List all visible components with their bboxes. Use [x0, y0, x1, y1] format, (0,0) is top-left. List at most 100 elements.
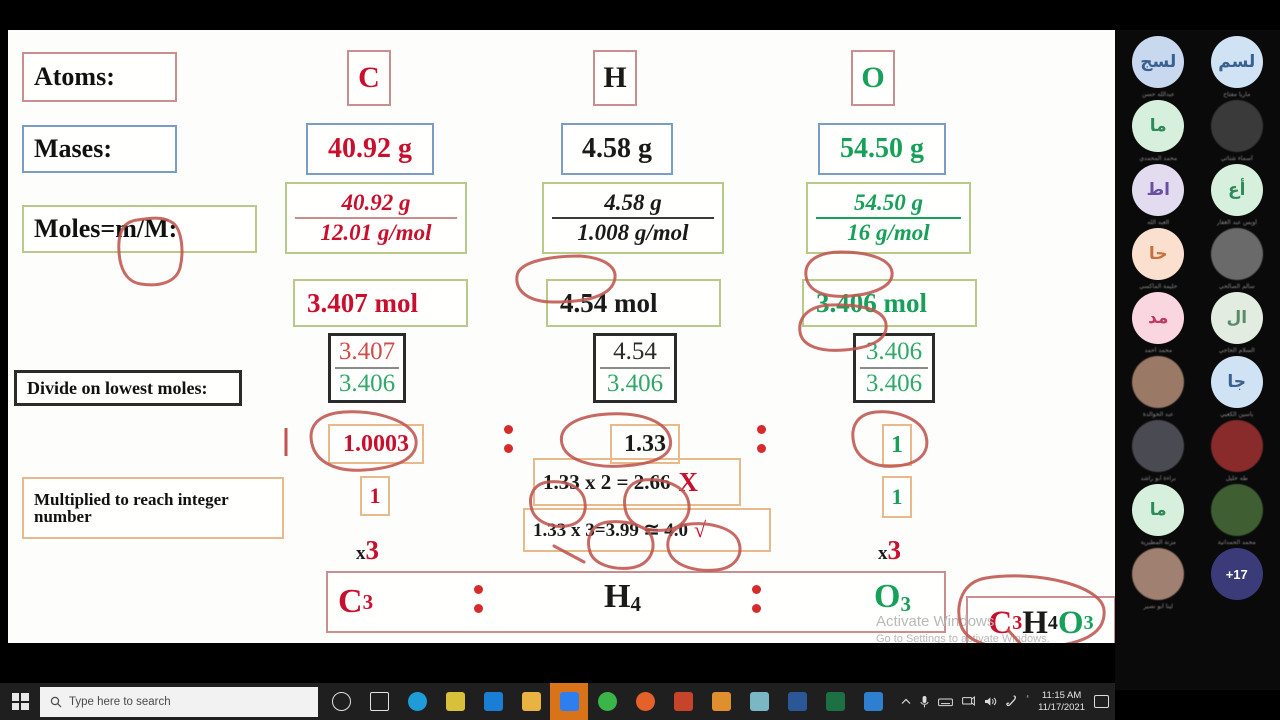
participant-overflow-count[interactable]: +17: [1210, 548, 1263, 600]
participant-avatar[interactable]: لسم: [1210, 36, 1263, 88]
divide-numerator-hydrogen: 4.54: [613, 338, 657, 365]
file-explorer-icon[interactable]: [512, 683, 550, 720]
participant-avatar[interactable]: جا: [1210, 356, 1263, 408]
participant-tile[interactable]: براءة أبو راشد: [1119, 420, 1198, 482]
cortana-icon[interactable]: [322, 683, 360, 720]
participant-tile[interactable]: لسم ماريا مفتاح: [1198, 36, 1277, 98]
participant-avatar[interactable]: [1132, 548, 1185, 600]
divide-numerator-oxygen: 3.406: [865, 338, 923, 365]
participant-tile[interactable]: حا حليمة الماكسي: [1119, 228, 1198, 290]
task-view-icon[interactable]: [360, 683, 398, 720]
final-symbol-oxygen: O: [874, 578, 901, 615]
participant-tile[interactable]: ما محمد المحمدي: [1119, 100, 1198, 162]
photos-icon[interactable]: [854, 683, 892, 720]
final-separator-colon-left: [474, 585, 483, 613]
icon-glyph: [673, 692, 693, 711]
participant-avatar[interactable]: [1210, 420, 1263, 472]
participant-avatar[interactable]: [1210, 228, 1263, 280]
mass-oxygen: 54.50 g: [818, 123, 946, 175]
participant-tile[interactable]: أسماء شتاتي: [1198, 100, 1277, 162]
fraction-bar: [295, 217, 457, 219]
participant-tile[interactable]: أع أويس عبد الغفار: [1198, 164, 1277, 226]
ime-indicator[interactable]: ٴ: [1026, 696, 1029, 707]
microsoft-store-icon[interactable]: [436, 683, 474, 720]
zoom-icon[interactable]: [550, 683, 588, 720]
mole-numerator-oxygen: 54.50 g: [854, 190, 923, 216]
participant-avatar[interactable]: [1210, 100, 1263, 152]
firefox-icon[interactable]: [626, 683, 664, 720]
watermark-title: Activate Windows: [876, 613, 995, 630]
icon-glyph: [863, 692, 883, 711]
powerpoint-icon[interactable]: [664, 683, 702, 720]
start-button[interactable]: [0, 683, 40, 720]
browser-icon[interactable]: [740, 683, 778, 720]
participant-tile[interactable]: اط العبد الله: [1119, 164, 1198, 226]
participant-tile[interactable]: محمد الحمدانية: [1198, 484, 1277, 546]
participant-tile[interactable]: ال السلام الحاجي: [1198, 292, 1277, 354]
participants-rail[interactable]: لسج عبدالله حسن لسم ماريا مفتاح ما محمد المحم…: [1115, 30, 1280, 690]
letterbox-top: [0, 0, 1280, 30]
participant-tile[interactable]: عبد الخوالدة: [1119, 356, 1198, 418]
participant-tile[interactable]: ما مزنة المطيرية: [1119, 484, 1198, 546]
participant-avatar[interactable]: لسج: [1132, 36, 1185, 88]
participant-name: براءة أبو راشد: [1140, 475, 1177, 482]
taskbar-clock[interactable]: 11:15 AM 11/17/2021: [1038, 690, 1085, 714]
action-center-icon[interactable]: [1094, 695, 1109, 708]
participant-tile[interactable]: لينا أبو نصير: [1119, 548, 1198, 610]
participant-name: محمد أحمد: [1144, 347, 1173, 354]
microsoft-edge-icon[interactable]: [398, 683, 436, 720]
participant-avatar[interactable]: [1132, 420, 1185, 472]
mail-icon[interactable]: [474, 683, 512, 720]
participant-avatar[interactable]: ما: [1132, 100, 1185, 152]
final-symbol-carbon: C: [338, 583, 363, 620]
icon-glyph: [407, 692, 427, 711]
participant-tile[interactable]: لسج عبدالله حسن: [1119, 36, 1198, 98]
participant-avatar[interactable]: أع: [1210, 164, 1263, 216]
divide-fraction-carbon: 3.407 3.406: [328, 333, 406, 403]
icon-glyph: [445, 692, 465, 711]
participant-tile[interactable]: +17: [1198, 548, 1277, 610]
show-hidden-icons-chevron-icon[interactable]: [901, 697, 911, 707]
trial-2-correct-mark: √: [694, 517, 707, 542]
participant-initials: مد: [1148, 308, 1169, 328]
participant-avatar[interactable]: [1132, 356, 1185, 408]
multiply-label-line2: number: [34, 507, 92, 526]
taskbar-pinned-icons: [322, 683, 892, 720]
letterbox-left: [0, 30, 8, 643]
volume-icon[interactable]: [984, 696, 997, 707]
participant-avatar[interactable]: مد: [1132, 292, 1185, 344]
participant-tile[interactable]: سالم الصالحي: [1198, 228, 1277, 290]
participant-tile[interactable]: جا ياسين الكعبي: [1198, 356, 1277, 418]
icon-glyph: [483, 692, 503, 711]
ratio-separator-colon-right: [757, 425, 766, 453]
pen-icon[interactable]: [1006, 695, 1017, 708]
icon-glyph: [369, 692, 389, 711]
onenote-icon[interactable]: [702, 683, 740, 720]
fraction-bar: [335, 367, 399, 369]
participant-avatar[interactable]: [1210, 484, 1263, 536]
moles-result-hydrogen: 4.54 mol: [546, 279, 721, 327]
trial-2-expression: 1.33 x 3=3.99 ≅ 4.0: [533, 519, 688, 541]
clock-date: 11/17/2021: [1038, 701, 1085, 713]
participant-avatar[interactable]: ال: [1210, 292, 1263, 344]
system-tray[interactable]: ٴ 11:15 AM 11/17/2021: [901, 690, 1115, 714]
participant-tile[interactable]: طه خليل: [1198, 420, 1277, 482]
windows-taskbar[interactable]: Type here to search ٴ 11:15 AM 11/17/202…: [0, 683, 1115, 720]
excel-icon[interactable]: [816, 683, 854, 720]
participant-avatar[interactable]: حا: [1132, 228, 1185, 280]
keyboard-icon[interactable]: [938, 697, 954, 707]
word-icon[interactable]: [778, 683, 816, 720]
label-masses: Mases:: [22, 125, 177, 173]
google-chrome-icon[interactable]: [588, 683, 626, 720]
microphone-icon[interactable]: [920, 695, 929, 708]
fraction-bar: [552, 217, 714, 219]
participant-initials: ال: [1226, 308, 1248, 328]
atom-symbol-oxygen: O: [851, 50, 895, 106]
search-input[interactable]: Type here to search: [40, 686, 318, 717]
participant-avatar[interactable]: اط: [1132, 164, 1185, 216]
participant-name: عبدالله حسن: [1141, 91, 1175, 98]
participant-avatar[interactable]: ما: [1132, 484, 1185, 536]
icon-glyph: [635, 692, 655, 711]
network-icon[interactable]: [962, 696, 976, 707]
participant-tile[interactable]: مد محمد أحمد: [1119, 292, 1198, 354]
